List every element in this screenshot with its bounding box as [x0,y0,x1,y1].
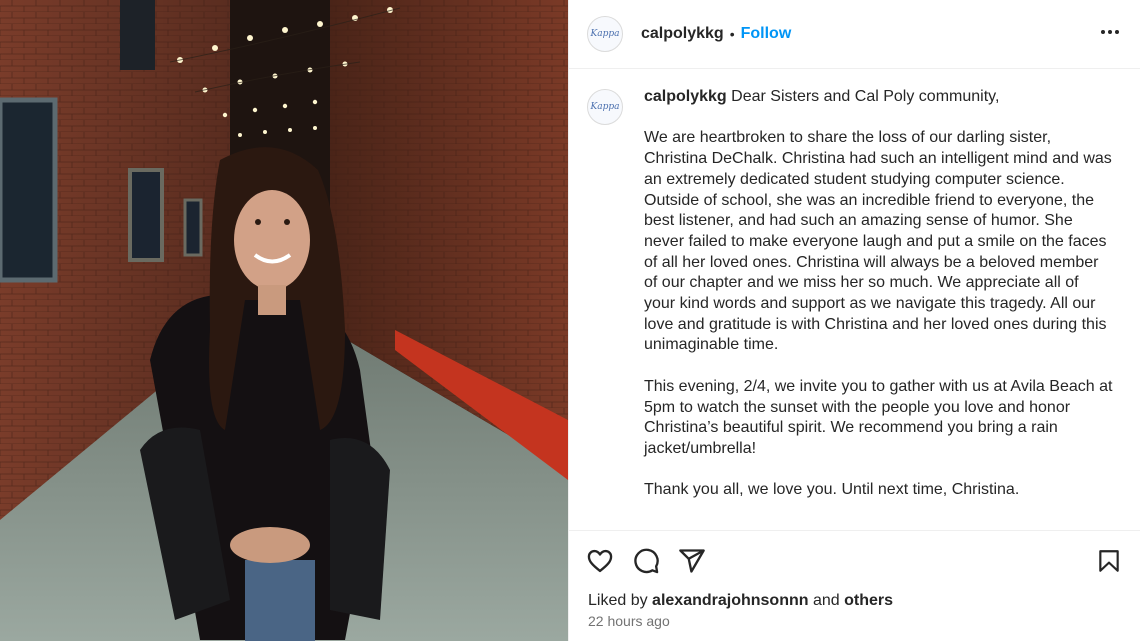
account-avatar[interactable]: Kappa [587,16,623,52]
caption-paragraph-3: Thank you all, we love you. Until next t… [644,481,1020,499]
caption-paragraph-1: We are heartbroken to share the loss of … [644,129,1112,354]
instagram-post: Kappa calpolykkg • Follow Kappa calpolyk… [0,0,1140,641]
comment-button[interactable] [631,546,661,576]
bookmark-icon [1099,550,1119,572]
caption-avatar[interactable]: Kappa [587,89,623,125]
caption-text: calpolykkg Dear Sisters and Cal Poly com… [644,87,1114,501]
caption-avatar-logo-text: Kappa [590,102,620,112]
share-button[interactable] [677,546,707,576]
caption-username[interactable]: calpolykkg [644,88,727,105]
caption-fade [569,514,1140,530]
follow-button[interactable]: Follow [741,25,792,43]
caption-greeting-line: calpolykkg Dear Sisters and Cal Poly com… [644,87,1114,108]
likes-summary: Liked by alexandrajohnsonnn and others [569,591,1140,611]
more-options-icon[interactable] [1098,20,1122,48]
heart-icon [587,549,613,573]
save-button[interactable] [1094,546,1124,576]
avatar-logo-text: Kappa [590,29,620,39]
alley-photo-illustration [0,0,568,641]
caption-paragraph-2: This evening, 2/4, we invite you to gath… [644,377,1113,457]
share-icon [679,549,705,573]
caption-area[interactable]: Kappa calpolykkg Dear Sisters and Cal Po… [569,69,1140,531]
caption-greeting: Dear Sisters and Cal Poly community, [731,88,1000,105]
likes-prefix: Liked by [588,592,648,609]
post-side-panel: Kappa calpolykkg • Follow Kappa calpolyk… [568,0,1140,641]
post-header: Kappa calpolykkg • Follow [569,0,1140,69]
action-bar [569,531,1140,591]
caption-row: Kappa calpolykkg Dear Sisters and Cal Po… [587,87,1122,501]
like-button[interactable] [585,546,615,576]
liked-by-user-link[interactable]: alexandrajohnsonnn [652,592,808,609]
post-timestamp[interactable]: 22 hours ago [569,611,1140,629]
likes-others-link[interactable]: others [844,592,893,609]
more-options-dots [1101,30,1119,34]
likes-conjunction: and [812,592,840,609]
header-separator: • [729,26,735,42]
post-photo[interactable] [0,0,568,641]
comment-icon [634,548,659,574]
header-username[interactable]: calpolykkg [641,25,724,43]
